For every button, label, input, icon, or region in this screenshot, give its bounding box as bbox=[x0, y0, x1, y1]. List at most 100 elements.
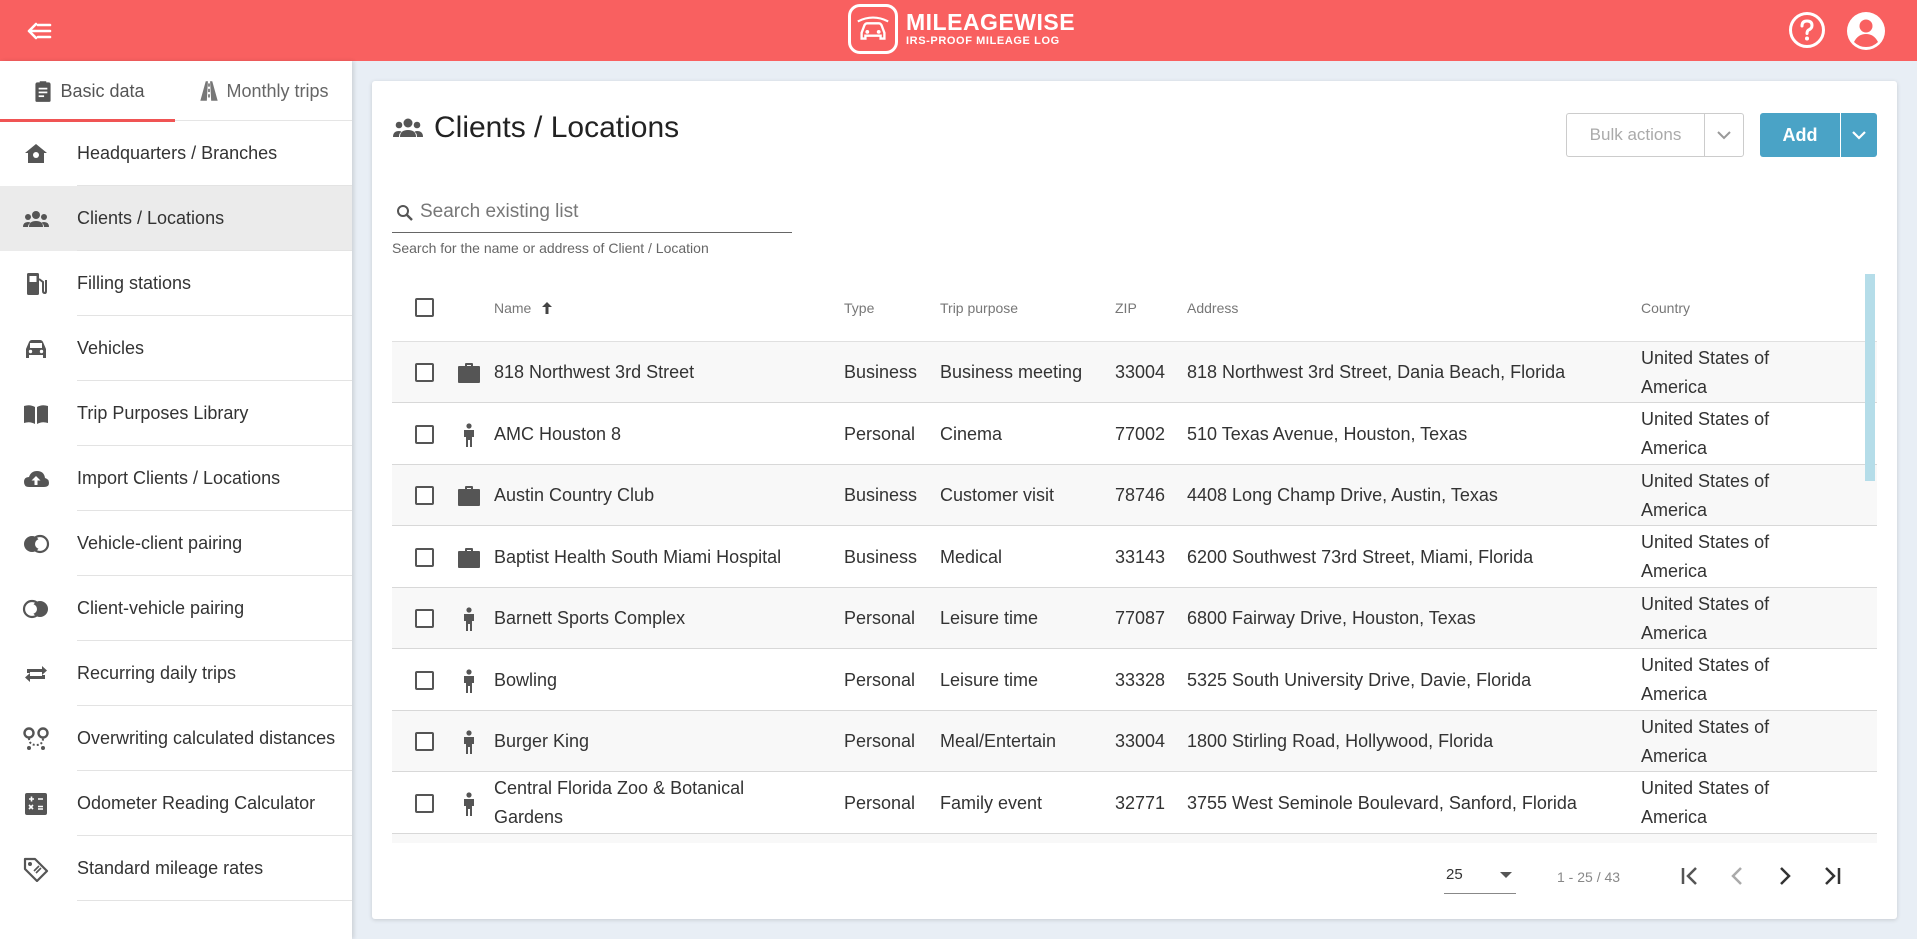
table-row[interactable]: Austin Country Club Business Customer visi… bbox=[392, 465, 1877, 526]
sidebar: Basic data Monthly trips Headquarters / … bbox=[0, 61, 352, 939]
sidebar-item-label: Headquarters / Branches bbox=[77, 143, 278, 163]
sidebar-item-vehicles[interactable]: Vehicles bbox=[0, 316, 352, 381]
column-header-name[interactable]: Name bbox=[494, 273, 555, 342]
cell-type: Personal bbox=[844, 792, 916, 813]
sidebar-item-client-vehicle-pairing[interactable]: Client-vehicle pairing bbox=[0, 576, 352, 641]
table-row[interactable]: United States of bbox=[392, 834, 1877, 843]
sidebar-item-filling-stations[interactable]: Filling stations bbox=[0, 251, 352, 316]
table-row[interactable]: Barnett Sports Complex Personal Leisure ti… bbox=[392, 588, 1877, 649]
row-checkbox[interactable] bbox=[415, 793, 434, 813]
column-header-country[interactable]: Country bbox=[1641, 273, 1690, 342]
briefcase-icon bbox=[456, 360, 482, 386]
sidebar-item-import-clients[interactable]: Import Clients / Locations bbox=[0, 446, 352, 511]
sidebar-item-vehicle-client-pairing[interactable]: Vehicle-client pairing bbox=[0, 511, 352, 576]
row-checkbox[interactable] bbox=[415, 547, 434, 567]
table-row[interactable]: Central Florida Zoo & Botanical Gardens P… bbox=[392, 773, 1877, 834]
clients-table: Name Type Trip purpose ZIP Address Count… bbox=[392, 273, 1877, 843]
cell-address: 510 Texas Avenue, Houston, Texas bbox=[1187, 423, 1468, 444]
sidebar-item-odometer-calculator[interactable]: Odometer Reading Calculator bbox=[0, 771, 352, 836]
pairing-icon bbox=[24, 534, 50, 554]
cell-address: 818 Northwest 3rd Street, Dania Beach, F… bbox=[1187, 362, 1566, 382]
sidebar-item-label: Import Clients / Locations bbox=[77, 468, 281, 488]
sidebar-item-label: Clients / Locations bbox=[77, 208, 225, 228]
cell-trip-purpose: Customer visit bbox=[940, 485, 1055, 505]
row-checkbox[interactable] bbox=[415, 609, 434, 628]
logo-title: MILEAGEWISE bbox=[906, 9, 1076, 35]
cell-country: United States of bbox=[1641, 834, 1781, 843]
help-icon[interactable] bbox=[1788, 11, 1826, 49]
fuel-pump-icon bbox=[27, 273, 47, 295]
cell-type: Business bbox=[844, 485, 918, 505]
person-icon bbox=[456, 729, 482, 755]
sidebar-tabs: Basic data Monthly trips bbox=[0, 61, 352, 122]
row-checkbox[interactable] bbox=[415, 363, 434, 382]
row-checkbox[interactable] bbox=[415, 424, 434, 444]
table-row[interactable]: Burger King Personal Meal/Entertain 33004 18… bbox=[392, 711, 1877, 772]
row-checkbox[interactable] bbox=[415, 486, 434, 505]
tab-monthly-trips[interactable]: Monthly trips bbox=[175, 61, 350, 121]
tab-basic-data[interactable]: Basic data bbox=[0, 61, 175, 122]
cell-zip: 78746 bbox=[1115, 485, 1166, 505]
app-logo[interactable]: MILEAGEWISE IRS-PROOF MILEAGE LOG bbox=[848, 4, 1075, 54]
car-icon bbox=[26, 340, 46, 358]
sidebar-item-label: Vehicles bbox=[77, 338, 145, 358]
column-header-type[interactable]: Type bbox=[844, 273, 874, 342]
first-page-button[interactable] bbox=[1675, 861, 1705, 891]
row-checkbox[interactable] bbox=[415, 670, 434, 690]
add-dropdown[interactable] bbox=[1841, 113, 1877, 157]
chevron-left-icon bbox=[1731, 867, 1742, 885]
sidebar-item-label: Recurring daily trips bbox=[77, 663, 237, 683]
home-pin-icon bbox=[25, 144, 47, 163]
sidebar-item-label: Trip Purposes Library bbox=[77, 403, 249, 423]
table-scrollbar[interactable] bbox=[1865, 274, 1875, 481]
sidebar-item-headquarters[interactable]: Headquarters / Branches bbox=[0, 121, 352, 186]
sidebar-item-overwriting-distances[interactable]: Overwriting calculated distances bbox=[0, 706, 352, 771]
column-header-address[interactable]: Address bbox=[1187, 273, 1238, 342]
sidebar-item-clients-locations[interactable]: Clients / Locations bbox=[0, 186, 352, 251]
cell-country: United States of America bbox=[1641, 716, 1770, 766]
table-row[interactable]: Bowling Personal Leisure time 33328 5325 Sou… bbox=[392, 650, 1877, 711]
sidebar-item-standard-mileage-rates[interactable]: Standard mileage rates bbox=[0, 836, 352, 901]
repeat-icon bbox=[25, 666, 47, 682]
road-icon bbox=[200, 81, 219, 101]
sidebar-item-label: Client-vehicle pairing bbox=[77, 598, 245, 618]
sidebar-item-trip-purposes-library[interactable]: Trip Purposes Library bbox=[0, 381, 352, 446]
cell-country: United States of America bbox=[1641, 593, 1770, 643]
table-row[interactable]: Baptist Health South Miami Hospital Busin… bbox=[392, 527, 1877, 588]
cell-trip-purpose: Meal/Entertain bbox=[940, 731, 1057, 751]
bulk-actions-button[interactable]: Bulk actions bbox=[1566, 113, 1704, 157]
person-icon bbox=[456, 606, 482, 632]
search-input[interactable] bbox=[420, 197, 790, 227]
cell-trip-purpose: Medical bbox=[940, 546, 1003, 567]
table-row[interactable]: AMC Houston 8 Personal Cinema 77002 510 Texa… bbox=[392, 404, 1877, 465]
first-page-icon bbox=[1681, 867, 1697, 885]
cell-name: Austin Country Club bbox=[494, 485, 655, 505]
sidebar-item-recurring-daily-trips[interactable]: Recurring daily trips bbox=[0, 641, 352, 706]
column-header-trip-purpose[interactable]: Trip purpose bbox=[940, 273, 1018, 342]
next-page-button[interactable] bbox=[1770, 861, 1800, 891]
add-button[interactable]: Add bbox=[1760, 113, 1840, 157]
previous-page-button[interactable] bbox=[1722, 861, 1752, 891]
cell-name: Bowling bbox=[494, 669, 558, 690]
cell-zip: 33328 bbox=[1115, 669, 1166, 690]
user-account-icon[interactable] bbox=[1846, 11, 1886, 51]
table-row[interactable]: 818 Northwest 3rd Street Business Business… bbox=[392, 342, 1877, 403]
collapse-menu-icon[interactable] bbox=[26, 18, 54, 44]
column-header-zip[interactable]: ZIP bbox=[1115, 273, 1137, 342]
chevron-down-icon bbox=[1717, 131, 1731, 140]
main-card: Clients / Locations Bulk actions Add Sea… bbox=[372, 81, 1897, 919]
pagination-range: 1 - 25 / 43 bbox=[1557, 869, 1621, 885]
cell-zip: 33004 bbox=[1115, 731, 1166, 751]
cell-zip: 77002 bbox=[1115, 423, 1166, 444]
cell-address: 1800 Stirling Road, Hollywood, Florida bbox=[1187, 731, 1494, 751]
cell-type: Business bbox=[844, 546, 918, 567]
last-page-button[interactable] bbox=[1817, 861, 1847, 891]
page-size-select[interactable]: 25 bbox=[1444, 858, 1516, 894]
row-checkbox[interactable] bbox=[415, 732, 434, 751]
sidebar-item-label: Overwriting calculated distances bbox=[77, 728, 336, 748]
select-all-checkbox[interactable] bbox=[415, 298, 434, 317]
cloud-upload-icon bbox=[24, 471, 49, 487]
search-field bbox=[392, 191, 792, 233]
bulk-actions-dropdown[interactable] bbox=[1704, 113, 1744, 157]
sidebar-item-label: Standard mileage rates bbox=[77, 858, 264, 878]
